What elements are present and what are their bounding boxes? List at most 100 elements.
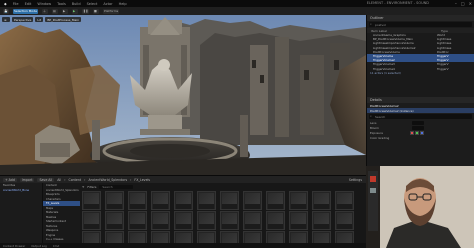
content-filter-bar: ⏷ Filters Search — [80, 183, 366, 190]
asset-thumbnail[interactable] — [289, 191, 308, 210]
webcam-overlay — [366, 166, 474, 248]
filter-icon[interactable]: ⏷ — [82, 185, 84, 189]
asset-thumbnail[interactable] — [335, 211, 354, 230]
color-swatch[interactable] — [410, 130, 414, 135]
project-item[interactable]: AncientWorld_Bone — [0, 188, 42, 193]
asset-thumbnail[interactable] — [266, 211, 285, 230]
asset-label — [199, 224, 214, 229]
breadcrumb-all[interactable]: All — [57, 178, 61, 182]
viewport-options-icon[interactable]: ≡ — [2, 17, 10, 22]
menu-edit[interactable]: Edit — [25, 2, 32, 6]
settings-button[interactable]: Settings — [349, 178, 362, 182]
menu-tools[interactable]: Tools — [57, 2, 66, 6]
presenter-image — [366, 166, 474, 248]
save-all-button[interactable]: Save All — [37, 177, 55, 182]
details-component[interactable]: PostProcessVolume2 (Instance) — [367, 108, 474, 113]
asset-label — [130, 224, 145, 229]
asset-grid — [80, 190, 366, 248]
asset-thumbnail[interactable] — [243, 191, 262, 210]
asset-label — [245, 224, 260, 229]
asset-label — [107, 224, 122, 229]
asset-thumbnail[interactable] — [266, 191, 285, 210]
asset-thumbnail[interactable] — [174, 211, 193, 230]
breadcrumb-separator-icon: › — [130, 177, 132, 182]
breadcrumb-project[interactable]: AncientWorld_Splendors — [88, 178, 127, 182]
asset-thumbnail[interactable] — [151, 191, 170, 210]
level-tab[interactable]: BP_PostProcess_Main — [45, 17, 82, 22]
asset-thumbnail[interactable] — [82, 211, 101, 230]
outliner-panel: Outliner ⌕ postvol Item Label Type Ancie… — [366, 15, 474, 97]
add-actor-icon[interactable]: ＋ — [41, 8, 48, 14]
add-button[interactable]: + Add — [3, 177, 17, 182]
blueprint-icon[interactable]: ▤ — [51, 8, 58, 14]
value-field[interactable] — [412, 125, 424, 130]
asset-thumbnail[interactable] — [312, 191, 331, 210]
tree-item[interactable]: C++ Classes — [43, 237, 80, 242]
asset-thumbnail[interactable] — [220, 191, 239, 210]
breadcrumb-content[interactable]: Content — [68, 178, 81, 182]
asset-label — [222, 204, 237, 209]
menu-help[interactable]: Help — [119, 2, 127, 6]
content-drawer-button[interactable]: Content Drawer — [3, 244, 25, 248]
breadcrumb-folder[interactable]: FX_Levels — [134, 178, 150, 182]
view-mode-button[interactable]: Lit — [35, 17, 44, 22]
selection-mode-button[interactable]: Selection Mode — [13, 8, 38, 14]
asset-thumbnail[interactable] — [197, 211, 216, 230]
level-viewport[interactable] — [0, 15, 366, 175]
asset-label — [314, 204, 329, 209]
details-search-input[interactable]: ⌕ Search — [369, 114, 472, 119]
asset-label — [268, 224, 283, 229]
menu-select[interactable]: Select — [87, 2, 98, 6]
asset-thumbnail[interactable] — [105, 211, 124, 230]
window-controls: – □ ✕ — [455, 0, 472, 7]
asset-thumbnail[interactable] — [151, 211, 170, 230]
perspective-button[interactable]: Perspective — [12, 17, 34, 22]
app-logo-icon[interactable]: ◆ — [4, 2, 7, 6]
content-search-input[interactable]: Search — [99, 184, 133, 189]
filters-button[interactable]: Filters — [87, 185, 96, 189]
cinematics-icon[interactable]: ▶ — [61, 8, 68, 14]
value-field[interactable] — [412, 120, 424, 125]
minimize-icon[interactable]: – — [455, 1, 457, 6]
column-type[interactable]: Type — [441, 29, 448, 33]
folder-tree: Content AncientWorld_Splendors Blueprint… — [42, 183, 80, 248]
asset-label — [84, 224, 99, 229]
asset-label — [245, 204, 260, 209]
asset-thumbnail[interactable] — [128, 191, 147, 210]
content-browser-toolbar: + Add Import Save All All › Content › An… — [0, 176, 366, 183]
color-swatch[interactable] — [420, 130, 424, 135]
menu-file[interactable]: File — [13, 2, 19, 6]
stop-button[interactable]: ■ — [92, 8, 99, 14]
import-button[interactable]: Import — [19, 177, 35, 182]
color-swatch[interactable] — [415, 130, 419, 135]
asset-thumbnail[interactable] — [335, 191, 354, 210]
column-item-label[interactable]: Item Label — [371, 29, 441, 33]
menu-actor[interactable]: Actor — [103, 2, 112, 6]
save-icon[interactable]: 💾 — [3, 8, 9, 14]
play-button[interactable]: ▶ — [71, 8, 78, 14]
asset-thumbnail[interactable] — [105, 191, 124, 210]
asset-thumbnail[interactable] — [174, 191, 193, 210]
asset-label — [337, 204, 352, 209]
asset-label — [314, 224, 329, 229]
asset-thumbnail[interactable] — [289, 211, 308, 230]
asset-thumbnail[interactable] — [312, 211, 331, 230]
menu-build[interactable]: Build — [72, 2, 81, 6]
outliner-search-input[interactable]: ⌕ postvol — [369, 22, 472, 27]
asset-thumbnail[interactable] — [128, 211, 147, 230]
platforms-button[interactable]: Platforms — [102, 8, 120, 14]
asset-thumbnail[interactable] — [197, 191, 216, 210]
asset-thumbnail[interactable] — [243, 211, 262, 230]
output-log-button[interactable]: Output Log — [31, 244, 47, 248]
details-row[interactable]: Color Grading — [367, 135, 474, 140]
menu-window[interactable]: Window — [37, 2, 51, 6]
cmd-input[interactable]: Cmd — [53, 244, 59, 248]
editor-window: ◆ File Edit Window Tools Build Select Ac… — [0, 0, 474, 248]
maximize-icon[interactable]: □ — [461, 1, 465, 6]
outliner-footer: 11 actors (1 selected) — [370, 71, 401, 76]
asset-thumbnail[interactable] — [220, 211, 239, 230]
asset-label — [337, 224, 352, 229]
close-icon[interactable]: ✕ — [469, 1, 472, 6]
pause-button[interactable]: ❚❚ — [81, 8, 89, 14]
asset-thumbnail[interactable] — [82, 191, 101, 210]
